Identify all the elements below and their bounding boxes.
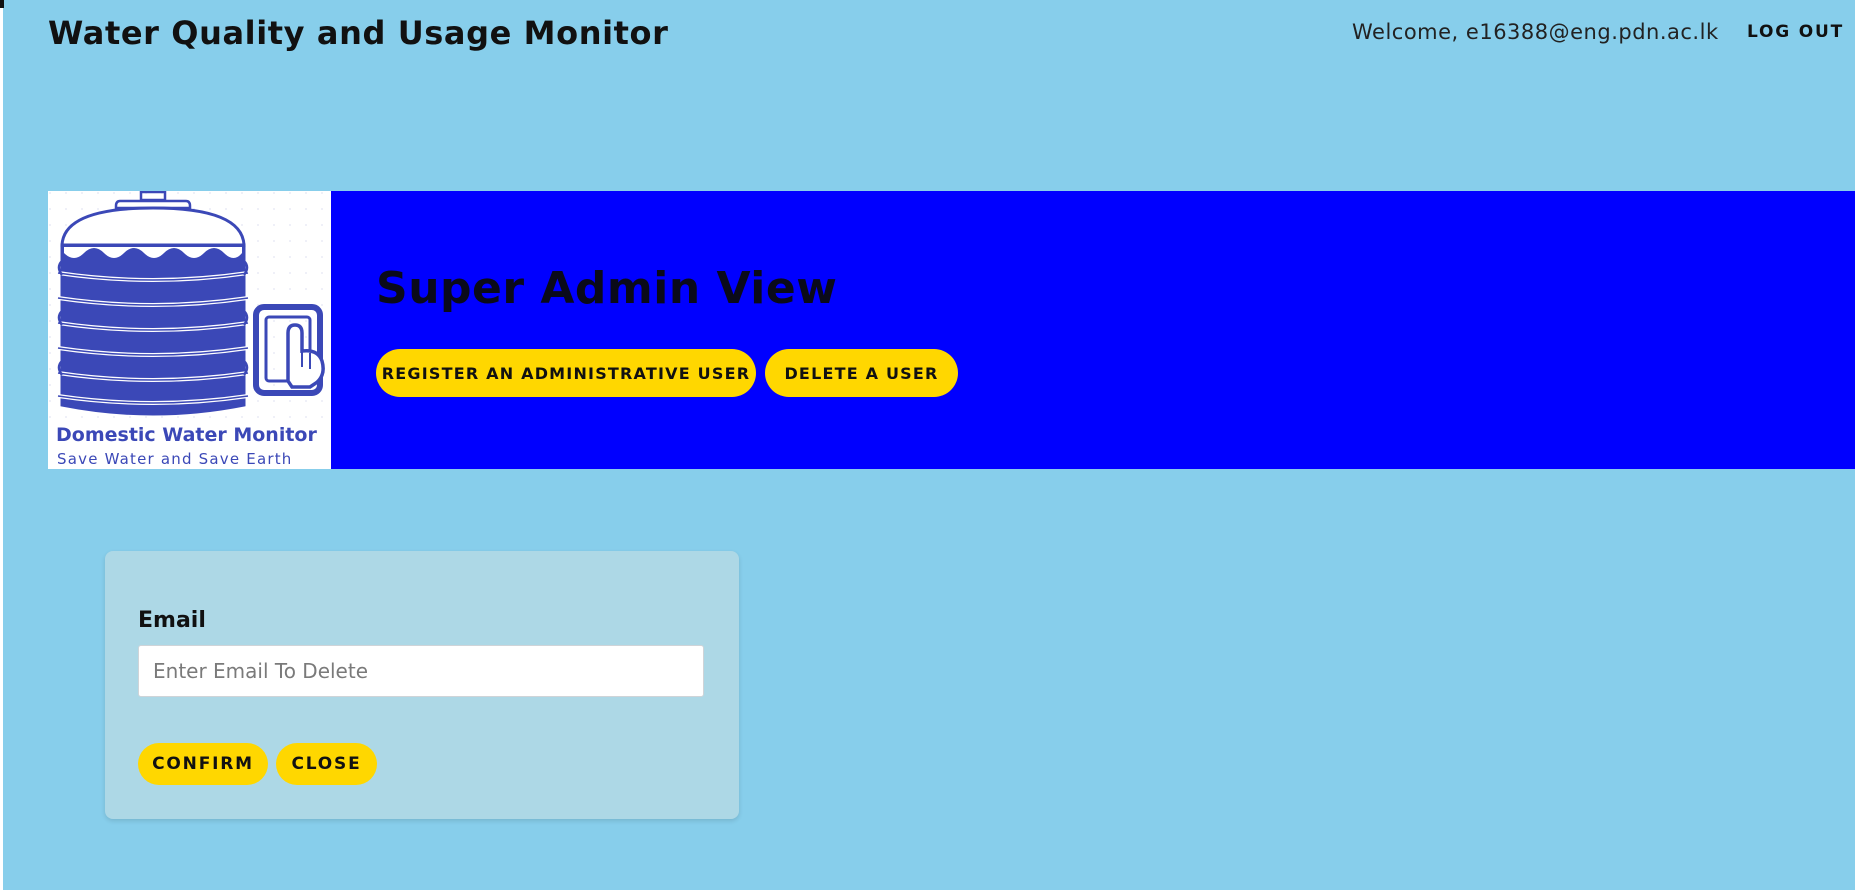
logout-button[interactable]: LOG OUT [1747, 22, 1844, 42]
admin-banner: Domestic Water Monitor Save Water and Sa… [48, 191, 1855, 469]
app-title: Water Quality and Usage Monitor [48, 14, 669, 52]
logo: Domestic Water Monitor Save Water and Sa… [48, 191, 331, 469]
logo-subtitle: Save Water and Save Earth [57, 450, 293, 468]
close-button[interactable]: CLOSE [276, 743, 377, 785]
delete-user-button[interactable]: DELETE A USER [765, 349, 958, 397]
delete-user-form: Email CONFIRM CLOSE [105, 551, 739, 819]
email-input[interactable] [138, 645, 704, 697]
page-title: Super Admin View [376, 263, 838, 314]
confirm-button[interactable]: CONFIRM [138, 743, 268, 785]
window-edge-marker [0, 0, 4, 8]
window-edge [0, 0, 3, 890]
register-admin-user-button[interactable]: REGISTER AN ADMINISTRATIVE USER [376, 349, 756, 397]
water-tank-icon [48, 191, 331, 423]
logo-title: Domestic Water Monitor [56, 424, 317, 446]
welcome-message: Welcome, e16388@eng.pdn.ac.lk [1352, 20, 1719, 44]
email-label: Email [138, 608, 206, 633]
